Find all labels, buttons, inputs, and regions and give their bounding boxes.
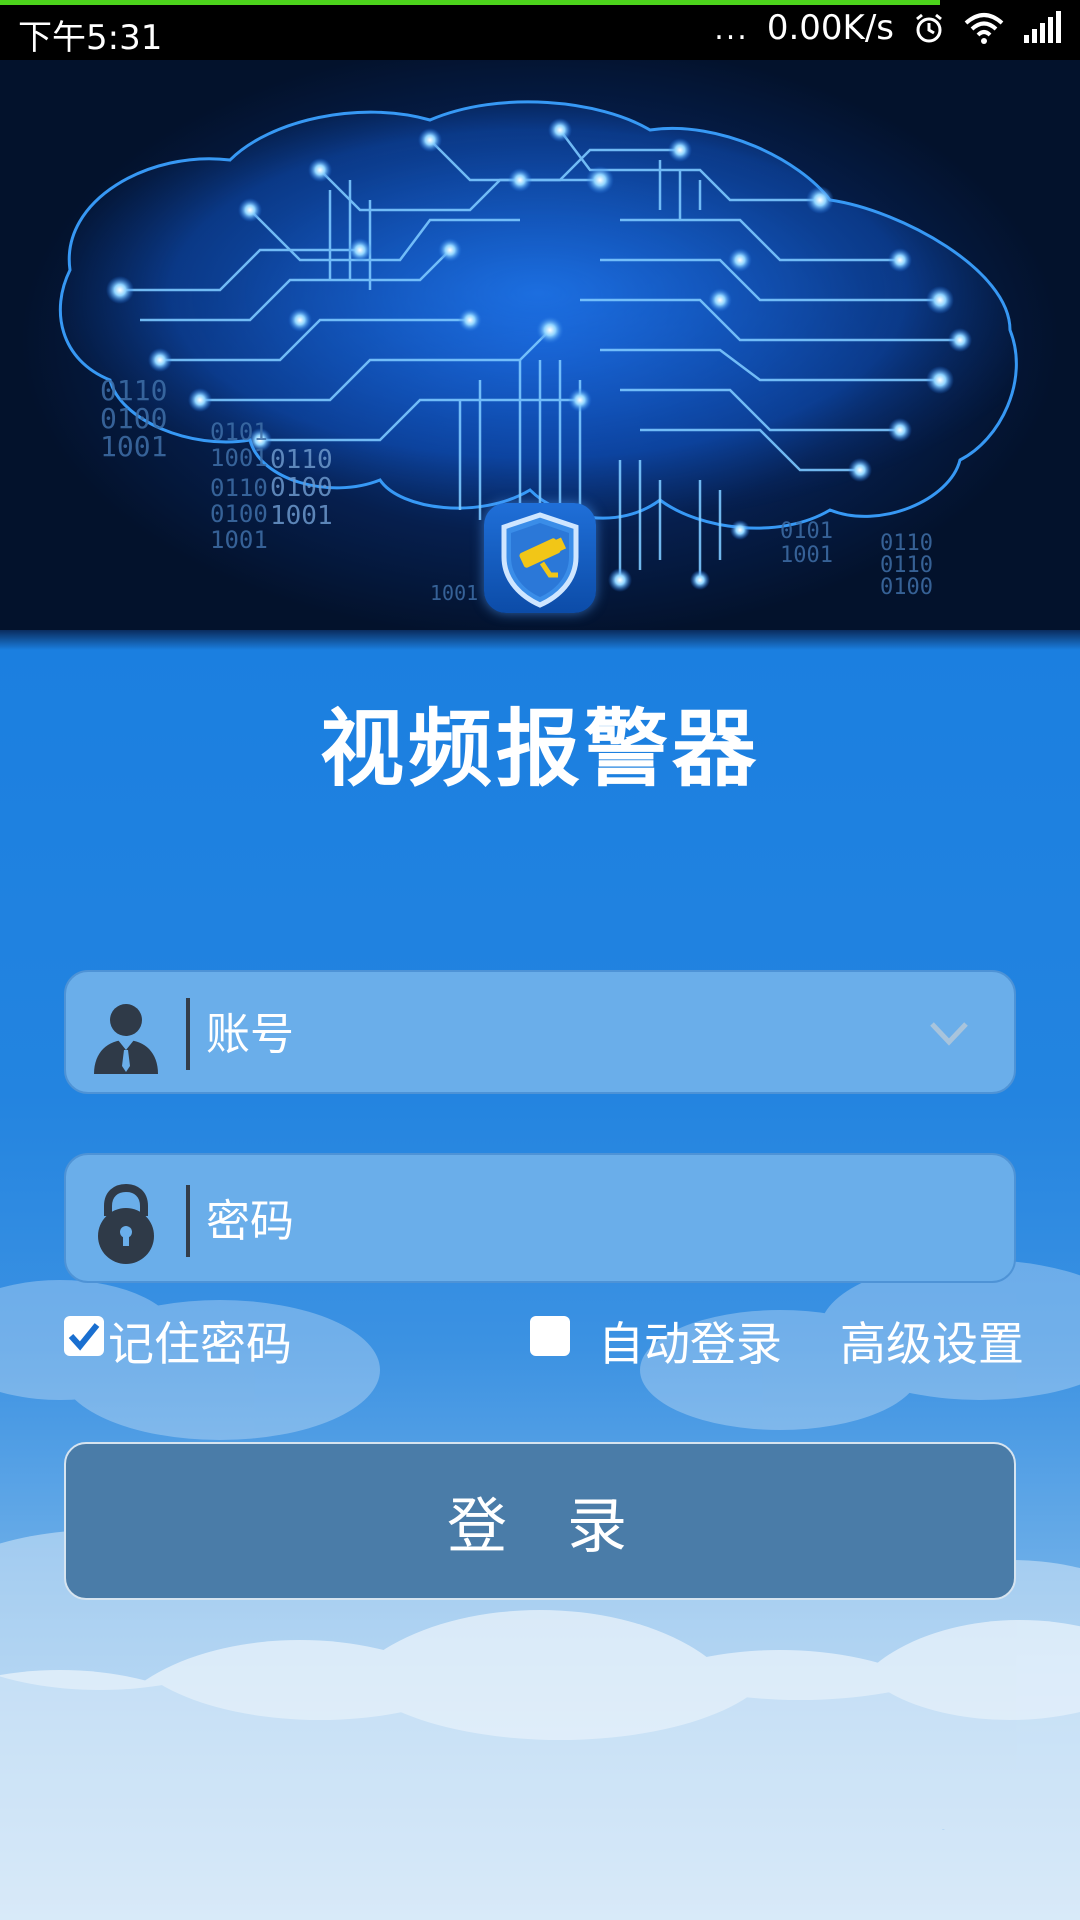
- svg-text:1001: 1001: [100, 430, 167, 463]
- lock-icon: [84, 1180, 168, 1264]
- security-camera-shield-icon: [484, 503, 596, 613]
- svg-text:0110: 0110: [270, 445, 333, 475]
- chevron-down-icon[interactable]: [928, 1016, 970, 1052]
- svg-text:0100: 0100: [270, 473, 333, 503]
- login-options-row: 记住密码 自动登录 高级设置: [64, 1308, 1024, 1371]
- field-divider: [186, 1185, 190, 1257]
- remember-password-label[interactable]: 记住密码: [108, 1308, 292, 1374]
- password-input[interactable]: [204, 1185, 924, 1257]
- svg-text:0110: 0110: [210, 474, 268, 502]
- advanced-settings-link[interactable]: 高级设置: [840, 1308, 1024, 1374]
- svg-text:1001: 1001: [430, 581, 478, 605]
- more-dots: ...: [714, 11, 749, 47]
- account-field[interactable]: [64, 970, 1016, 1094]
- signal-bars-icon: [1022, 11, 1062, 45]
- svg-text:1001: 1001: [210, 444, 268, 472]
- svg-text:0100: 0100: [210, 500, 268, 528]
- clouds-graphic: [0, 1260, 1080, 1920]
- remember-password-checkbox[interactable]: [64, 1316, 104, 1356]
- check-icon: [68, 1323, 100, 1351]
- hero-bottom-edge: [0, 630, 1080, 650]
- status-accent-line: [0, 0, 940, 5]
- password-field[interactable]: [64, 1153, 1016, 1283]
- login-button[interactable]: 登录: [64, 1442, 1016, 1600]
- auto-login-label[interactable]: 自动登录: [598, 1308, 782, 1374]
- status-bar: 下午5:31 ... 0.00K/s: [0, 0, 1080, 60]
- account-input[interactable]: [204, 998, 924, 1070]
- network-speed: 0.00K/s: [766, 8, 894, 48]
- svg-text:0101: 0101: [210, 418, 268, 446]
- svg-text:1001: 1001: [210, 526, 268, 554]
- app-title: 视频报警器: [319, 700, 760, 798]
- login-background: [0, 650, 1080, 1920]
- svg-text:1001: 1001: [780, 543, 833, 568]
- status-time: 下午5:31: [18, 18, 163, 58]
- auto-login-checkbox[interactable]: [530, 1316, 570, 1356]
- field-divider: [186, 998, 190, 1070]
- svg-text:0101: 0101: [780, 519, 833, 544]
- alarm-clock-icon: [912, 11, 946, 45]
- wifi-icon: [964, 11, 1004, 45]
- svg-text:1001: 1001: [270, 501, 333, 531]
- user-icon: [84, 994, 168, 1078]
- hero-banner: 0110 0100 1001 0101 1001 0110 0100 1001 …: [0, 60, 1080, 650]
- status-indicators: ... 0.00K/s: [714, 8, 1062, 48]
- svg-text:0100: 0100: [880, 575, 933, 600]
